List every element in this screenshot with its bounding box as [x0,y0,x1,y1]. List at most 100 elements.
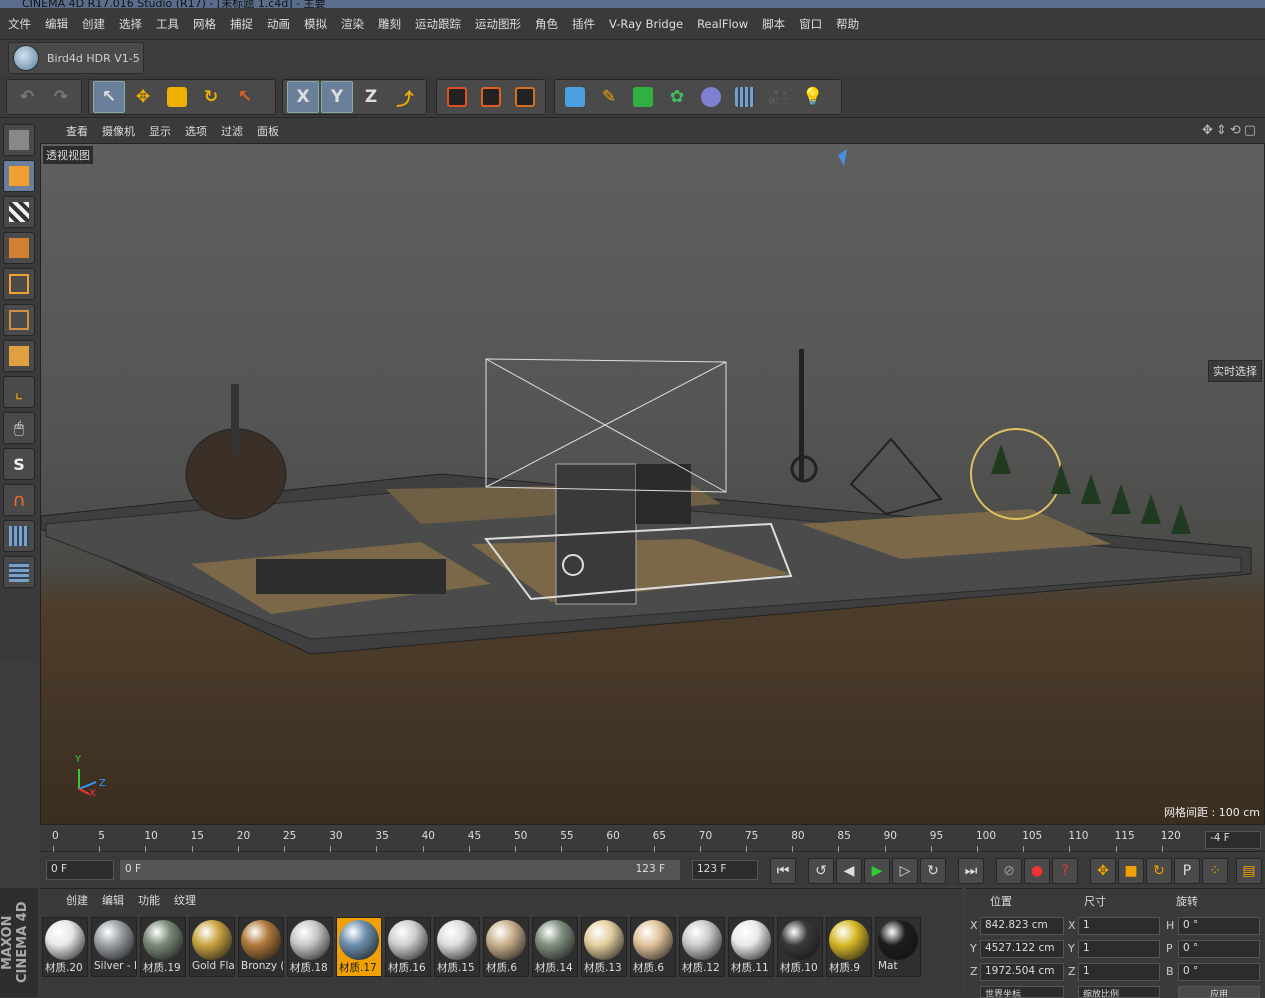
viewport-menu-panel[interactable]: 面板 [257,123,279,139]
viewport-menu-filter[interactable]: 过滤 [221,123,243,139]
pos-y-field[interactable]: 4527.122 cm [980,940,1064,958]
polygons-mode-icon[interactable] [3,340,35,372]
viewport-menu-options[interactable]: 选项 [185,123,207,139]
prev-frame-icon[interactable]: ◀ [836,858,862,884]
key-pla-icon[interactable]: ⁘ [1202,858,1228,884]
material-swatch[interactable]: 材质.20 [42,917,88,977]
menu-mesh[interactable]: 网格 [193,16,216,32]
viewport-menu-view[interactable]: 查看 [66,123,88,139]
snap-magnet-icon[interactable]: ∩ [3,484,35,516]
material-swatch[interactable]: Bronzy ( [238,917,284,977]
cube-icon[interactable] [559,81,591,113]
menu-edit[interactable]: 编辑 [45,16,68,32]
workplane-icon[interactable] [3,232,35,264]
timeline-ruler[interactable]: -4 F 0 5 10 15 20 25 30 35 40 45 50 55 60 65 70 75 80 85 9… [40,828,1265,852]
menu-render[interactable]: 渲染 [341,16,364,32]
render-settings-icon[interactable] [509,81,541,113]
material-swatch[interactable]: 材质.12 [679,917,725,977]
go-to-end-icon[interactable]: ⏭ [958,858,984,884]
record-icon[interactable]: ● [1024,858,1050,884]
material-swatch[interactable]: 材质.6 [483,917,529,977]
pen-spline-icon[interactable]: ✎ [593,81,625,113]
prev-key-icon[interactable]: ↺ [808,858,834,884]
planar-workplane-icon[interactable] [3,556,35,588]
key-move-icon[interactable]: ✥ [1090,858,1116,884]
material-swatch[interactable]: 材质.9 [826,917,872,977]
subdivision-icon[interactable] [627,81,659,113]
material-swatch[interactable]: 材质.6 [630,917,676,977]
rotate-icon[interactable]: ↻ [195,81,227,113]
render-picture-viewer-icon[interactable] [475,81,507,113]
max-frame-field[interactable]: 123 F [692,860,758,880]
autokey-icon[interactable]: ? [1052,858,1078,884]
record-disabled-icon[interactable]: ⊘ [996,858,1022,884]
material-swatch[interactable]: 材质.10 [777,917,823,977]
menu-file[interactable]: 文件 [8,16,31,32]
menu-plugins[interactable]: 插件 [572,16,595,32]
material-menu-create[interactable]: 创建 [66,892,88,908]
pos-z-field[interactable]: 1972.504 cm [980,963,1064,981]
frame-range-slider[interactable]: 0 F 123 F [120,860,680,880]
menu-vray-bridge[interactable]: V-Ray Bridge [609,17,683,31]
current-frame-field[interactable]: 0 F [46,860,114,880]
model-mode-icon[interactable] [3,160,35,192]
points-mode-icon[interactable] [3,268,35,300]
viewport-nav-icons[interactable]: ✥⇕⟲▢ [1202,123,1259,138]
menu-help[interactable]: 帮助 [836,16,859,32]
play-icon[interactable]: ▶ [864,858,890,884]
lock-workplane-icon[interactable] [3,520,35,552]
undo-icon[interactable]: ↶ [11,81,43,113]
select-cursor-icon[interactable]: ↖ [93,81,125,113]
material-swatch[interactable]: Mat [875,917,921,977]
material-menu-texture[interactable]: 纹理 [174,892,196,908]
material-menu-edit[interactable]: 编辑 [102,892,124,908]
menu-motion-tracking[interactable]: 运动跟踪 [415,16,461,32]
rot-h-field[interactable]: 0 ° [1178,917,1260,935]
material-swatch[interactable]: 材质.18 [287,917,333,977]
pos-x-field[interactable]: 842.823 cm [980,917,1064,935]
y-axis-lock-button[interactable]: Y [321,81,353,113]
tweak-mode-icon[interactable]: 🖱 [3,412,35,444]
material-swatch[interactable]: Gold Fla [189,917,235,977]
edges-mode-icon[interactable] [3,304,35,336]
menu-animate[interactable]: 动画 [267,16,290,32]
last-tool-icon[interactable]: ↖ [229,81,261,113]
menu-select[interactable]: 选择 [119,16,142,32]
menu-simulate[interactable]: 模拟 [304,16,327,32]
menu-mograph[interactable]: 运动图形 [475,16,521,32]
apply-button[interactable]: 应用 [1178,986,1260,998]
menu-script[interactable]: 脚本 [762,16,785,32]
menu-realflow[interactable]: RealFlow [697,17,748,31]
rot-p-field[interactable]: 0 ° [1178,940,1260,958]
menu-tools[interactable]: 工具 [156,16,179,32]
realtime-select-hud[interactable]: 实时选择 [1208,360,1262,382]
next-frame-icon[interactable]: ▷ [892,858,918,884]
bird4d-hdr-button[interactable]: Bird4d HDR V1-5 [8,42,144,74]
light-icon[interactable]: 💡 [797,81,829,113]
material-swatch[interactable]: 材质.17 [336,917,382,977]
scale-mode-dropdown[interactable]: 缩放比例 [1078,986,1160,998]
perspective-viewport[interactable]: 透视视图 实时选择 Y Z X 网格间距 : 100 cm [40,143,1265,825]
z-axis-lock-button[interactable]: Z [355,81,387,113]
menu-snap[interactable]: 捕捉 [230,16,253,32]
size-y-field[interactable]: 1 [1078,940,1160,958]
redo-icon[interactable]: ↷ [45,81,77,113]
world-coordinate-dropdown[interactable]: 世界坐标 [980,986,1064,998]
material-menu-function[interactable]: 功能 [138,892,160,908]
key-rotate-icon[interactable]: ↻ [1146,858,1172,884]
viewport-menu-display[interactable]: 显示 [149,123,171,139]
make-editable-icon[interactable] [3,124,35,156]
scale-icon[interactable] [161,81,193,113]
camera-icon[interactable]: 🎥 [763,81,795,113]
size-z-field[interactable]: 1 [1078,963,1160,981]
menu-sculpt[interactable]: 雕刻 [378,16,401,32]
timeline-window-icon[interactable]: ▤ [1236,858,1262,884]
floor-grid-icon[interactable] [729,81,761,113]
timeline-end-field[interactable]: -4 F [1205,831,1261,849]
cloner-icon[interactable]: ✿ [661,81,693,113]
texture-mode-icon[interactable] [3,196,35,228]
material-swatch[interactable]: 材质.11 [728,917,774,977]
rot-b-field[interactable]: 0 ° [1178,963,1260,981]
material-swatch[interactable]: 材质.13 [581,917,627,977]
key-param-icon[interactable]: P [1174,858,1200,884]
